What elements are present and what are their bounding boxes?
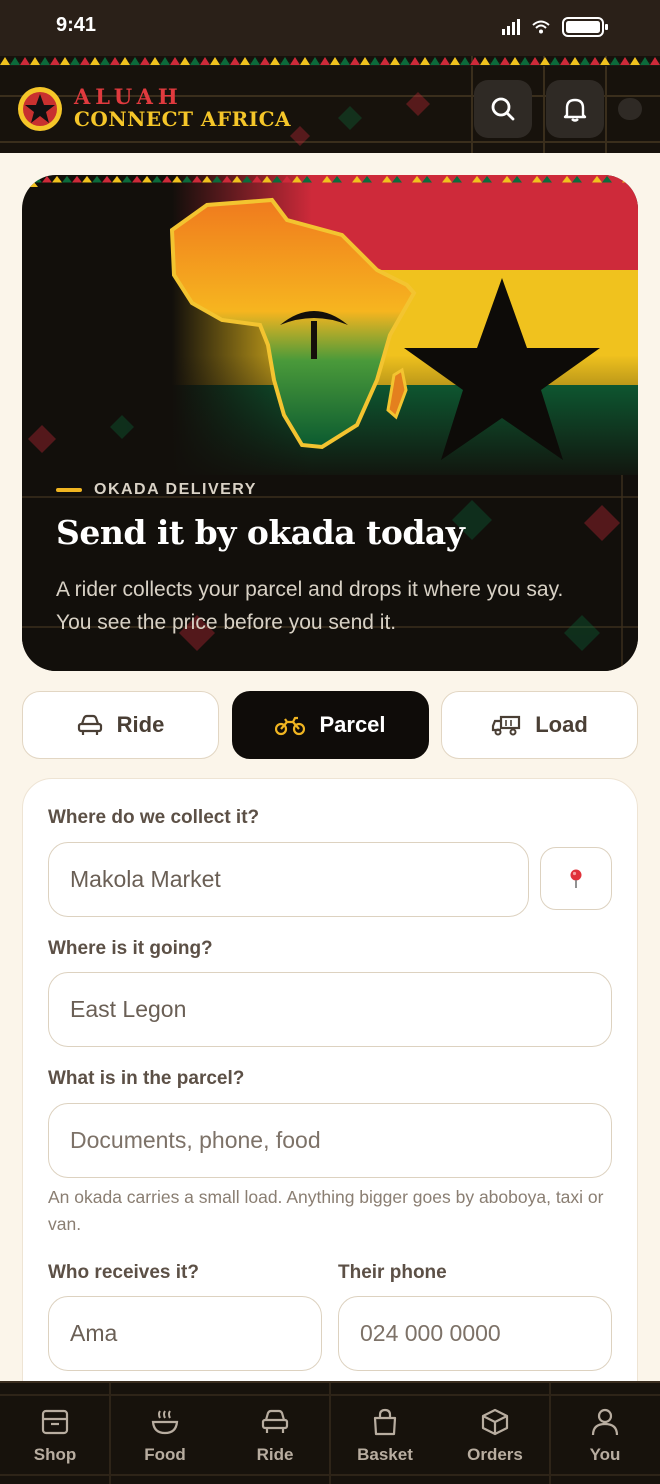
nav-orders-label: Orders (467, 1445, 523, 1464)
pick-location-button[interactable] (540, 847, 612, 910)
mode-tab-ride[interactable]: Ride (22, 691, 219, 759)
eyebrow-bar (56, 488, 82, 492)
search-button[interactable] (474, 80, 532, 138)
status-time: 9:41 (56, 14, 97, 36)
mode-tab-parcel[interactable]: Parcel (232, 691, 429, 759)
phone-input[interactable]: 024 000 0000 (338, 1296, 612, 1371)
nav-food[interactable]: Food (110, 1405, 220, 1475)
truck-icon (492, 715, 521, 736)
bowl-icon (148, 1405, 182, 1439)
mode-tab-load-label: Load (535, 712, 588, 737)
mode-tab-parcel-label: Parcel (319, 712, 386, 737)
motorbike-icon (275, 716, 306, 736)
bottom-nav: Shop Food Ride Basket Orders You (0, 1381, 660, 1484)
battery-icon (562, 17, 608, 37)
pickup-input[interactable]: Makola Market (48, 842, 529, 917)
pickup-label: Where do we collect it? (48, 807, 260, 828)
dropoff-input[interactable]: East Legon (48, 972, 612, 1047)
status-icons (502, 16, 608, 38)
nav-shop[interactable]: Shop (0, 1405, 110, 1475)
nav-basket-label: Basket (357, 1445, 413, 1464)
car-icon (258, 1405, 292, 1439)
profile-dot[interactable] (618, 98, 642, 120)
app-header: ALUAH CONNECT AFRICA (0, 56, 660, 153)
location-pin-icon (570, 869, 582, 888)
size-helper-text: An okada carries a small load. Anything … (48, 1187, 604, 1234)
nav-shop-label: Shop (33, 1445, 77, 1464)
nav-basket[interactable]: Basket (330, 1405, 440, 1475)
mode-tab-ride-label: Ride (116, 712, 165, 737)
zigzag-border (0, 57, 660, 66)
box-icon (478, 1405, 512, 1439)
receiver-input[interactable]: Ama (48, 1296, 322, 1371)
contents-input[interactable]: Documents, phone, food (48, 1103, 612, 1178)
hero-title: Send it by okada today (56, 513, 465, 552)
phone-label: Their phone (338, 1262, 447, 1283)
brand-name-top: ALUAH (74, 84, 183, 109)
mode-tab-load[interactable]: Load (441, 691, 638, 759)
logo-badge (17, 86, 63, 132)
bag-icon (368, 1405, 402, 1439)
signal-icon (502, 19, 520, 35)
wifi-icon (532, 20, 550, 34)
nav-you[interactable]: You (550, 1405, 660, 1475)
person-icon (588, 1405, 622, 1439)
status-bar: 9:41 (0, 0, 660, 56)
contents-label: What is in the parcel? (48, 1068, 245, 1089)
dropoff-label: Where is it going? (48, 938, 213, 959)
hero-eyebrow: OKADA DELIVERY (56, 481, 257, 499)
notifications-button[interactable] (546, 80, 604, 138)
receiver-label: Who receives it? (48, 1262, 199, 1283)
nav-food-label: Food (144, 1445, 186, 1464)
bell-icon (563, 98, 587, 122)
eyebrow-text: OKADA DELIVERY (94, 481, 257, 498)
hero-zigzag (22, 175, 638, 183)
hero-description: A rider collects your parcel and drops i… (56, 578, 564, 634)
nav-ride-label: Ride (256, 1445, 294, 1464)
hero-banner: OKADA DELIVERY Send it by okada today A … (22, 175, 638, 671)
brand-name-bottom: CONNECT AFRICA (74, 107, 292, 131)
shop-icon (38, 1405, 72, 1439)
car-icon (77, 714, 102, 735)
nav-ride[interactable]: Ride (220, 1405, 330, 1475)
nav-you-label: You (589, 1445, 621, 1464)
search-icon (491, 97, 515, 121)
nav-orders[interactable]: Orders (440, 1405, 550, 1475)
